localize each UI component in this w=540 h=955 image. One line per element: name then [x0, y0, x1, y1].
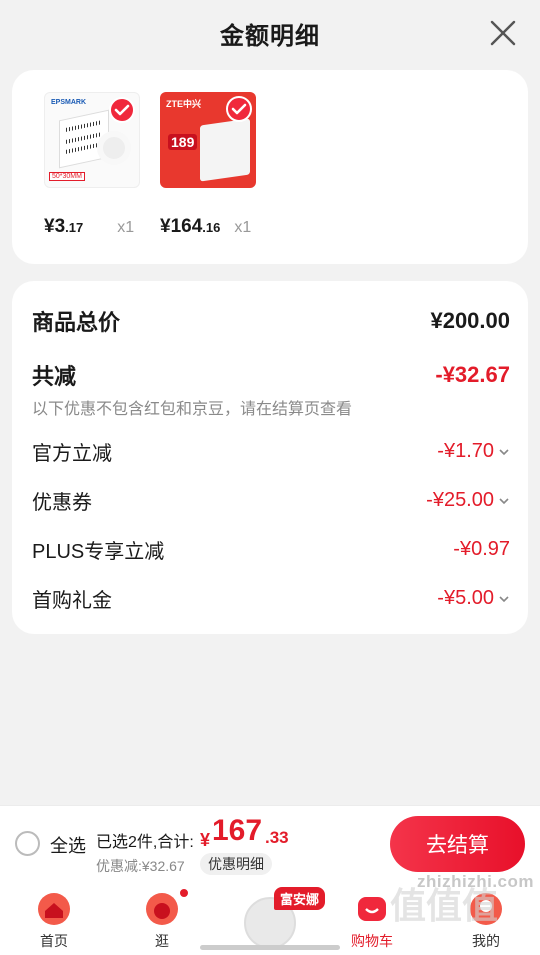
total-amount: 167 [212, 814, 263, 847]
select-all-label[interactable]: 全选 [50, 832, 86, 858]
close-icon [490, 20, 516, 46]
checkout-button[interactable]: 去结算 [390, 816, 525, 872]
discount-row-coupon[interactable]: 优惠券 -¥25.00 [32, 486, 510, 515]
product-qty: x1 [234, 219, 252, 236]
product-brand: ZTE中兴 [166, 99, 201, 109]
check-icon [226, 96, 252, 122]
home-indicator [200, 945, 340, 950]
notification-dot [178, 887, 190, 899]
reduce-label: 共减 [32, 364, 77, 389]
promo-tag: 富安娜 [274, 887, 326, 910]
select-all-radio[interactable] [15, 831, 40, 856]
reduce-row: 共减 -¥32.67 [32, 359, 510, 391]
products-card: EPSMARK 50*30MM ZTE中兴 189 ¥3 .17 x1 ¥164… [12, 70, 528, 264]
selected-count: 已选2件,合计: [96, 834, 194, 851]
total-amount-decimal: .33 [265, 828, 289, 847]
saved-amount: 优惠减:¥32.67 [96, 858, 185, 874]
tab-promo[interactable]: 富安娜 [244, 887, 328, 949]
product-qty: x1 [117, 219, 135, 236]
tab-browse[interactable]: 逛 [122, 881, 202, 955]
chevron-down-icon [499, 497, 509, 504]
product-item[interactable]: ZTE中兴 189 [160, 92, 256, 188]
home-icon [38, 893, 70, 925]
chevron-down-icon [499, 595, 509, 602]
reduce-value: -¥32.67 [435, 362, 510, 387]
discount-note: 以下优惠不包含红包和京豆，请在结算页查看 [32, 401, 353, 418]
watermark-text: zhizhizhi.com [417, 872, 534, 891]
product-brand: EPSMARK [51, 99, 87, 106]
product-price: ¥3 .17 x1 [44, 216, 135, 237]
check-icon [109, 97, 135, 123]
discount-row-plus: PLUS专享立减 -¥0.97 [32, 538, 510, 563]
header: 金额明细 [0, 0, 540, 66]
total-value: ¥200.00 [430, 308, 510, 333]
discount-row-first-buy[interactable]: 首购礼金 -¥5.00 [32, 584, 510, 613]
chevron-down-icon [499, 448, 509, 455]
browse-icon [146, 893, 178, 925]
tab-home[interactable]: 首页 [14, 881, 94, 955]
product-price: ¥164 .16 x1 [160, 216, 252, 237]
roll-core [97, 131, 131, 165]
close-button[interactable] [488, 18, 518, 48]
router-image [200, 118, 250, 182]
product-thumbnail[interactable]: ZTE中兴 189 [160, 92, 256, 188]
cart-icon [358, 897, 386, 921]
discount-detail-button[interactable]: 优惠明细 [200, 853, 272, 875]
discount-row-official[interactable]: 官方立减 -¥1.70 [32, 437, 510, 466]
total-row: 商品总价 ¥200.00 [32, 305, 510, 337]
total-label: 商品总价 [32, 310, 121, 335]
total-currency: ¥ [200, 830, 211, 850]
page-title: 金额明细 [220, 22, 320, 50]
price-detail-card: 商品总价 ¥200.00 共减 -¥32.67 以下优惠不包含红包和京豆，请在结… [12, 281, 528, 634]
checkout-bar: 全选 已选2件,合计: ¥ 167 .33 优惠减:¥32.67 优惠明细 去结… [0, 805, 540, 881]
product-spec: 50*30MM [49, 172, 85, 181]
product-thumbnail[interactable]: EPSMARK 50*30MM [44, 92, 140, 188]
product-price-badge: 189 [168, 134, 198, 150]
product-item[interactable]: EPSMARK 50*30MM [44, 92, 140, 188]
